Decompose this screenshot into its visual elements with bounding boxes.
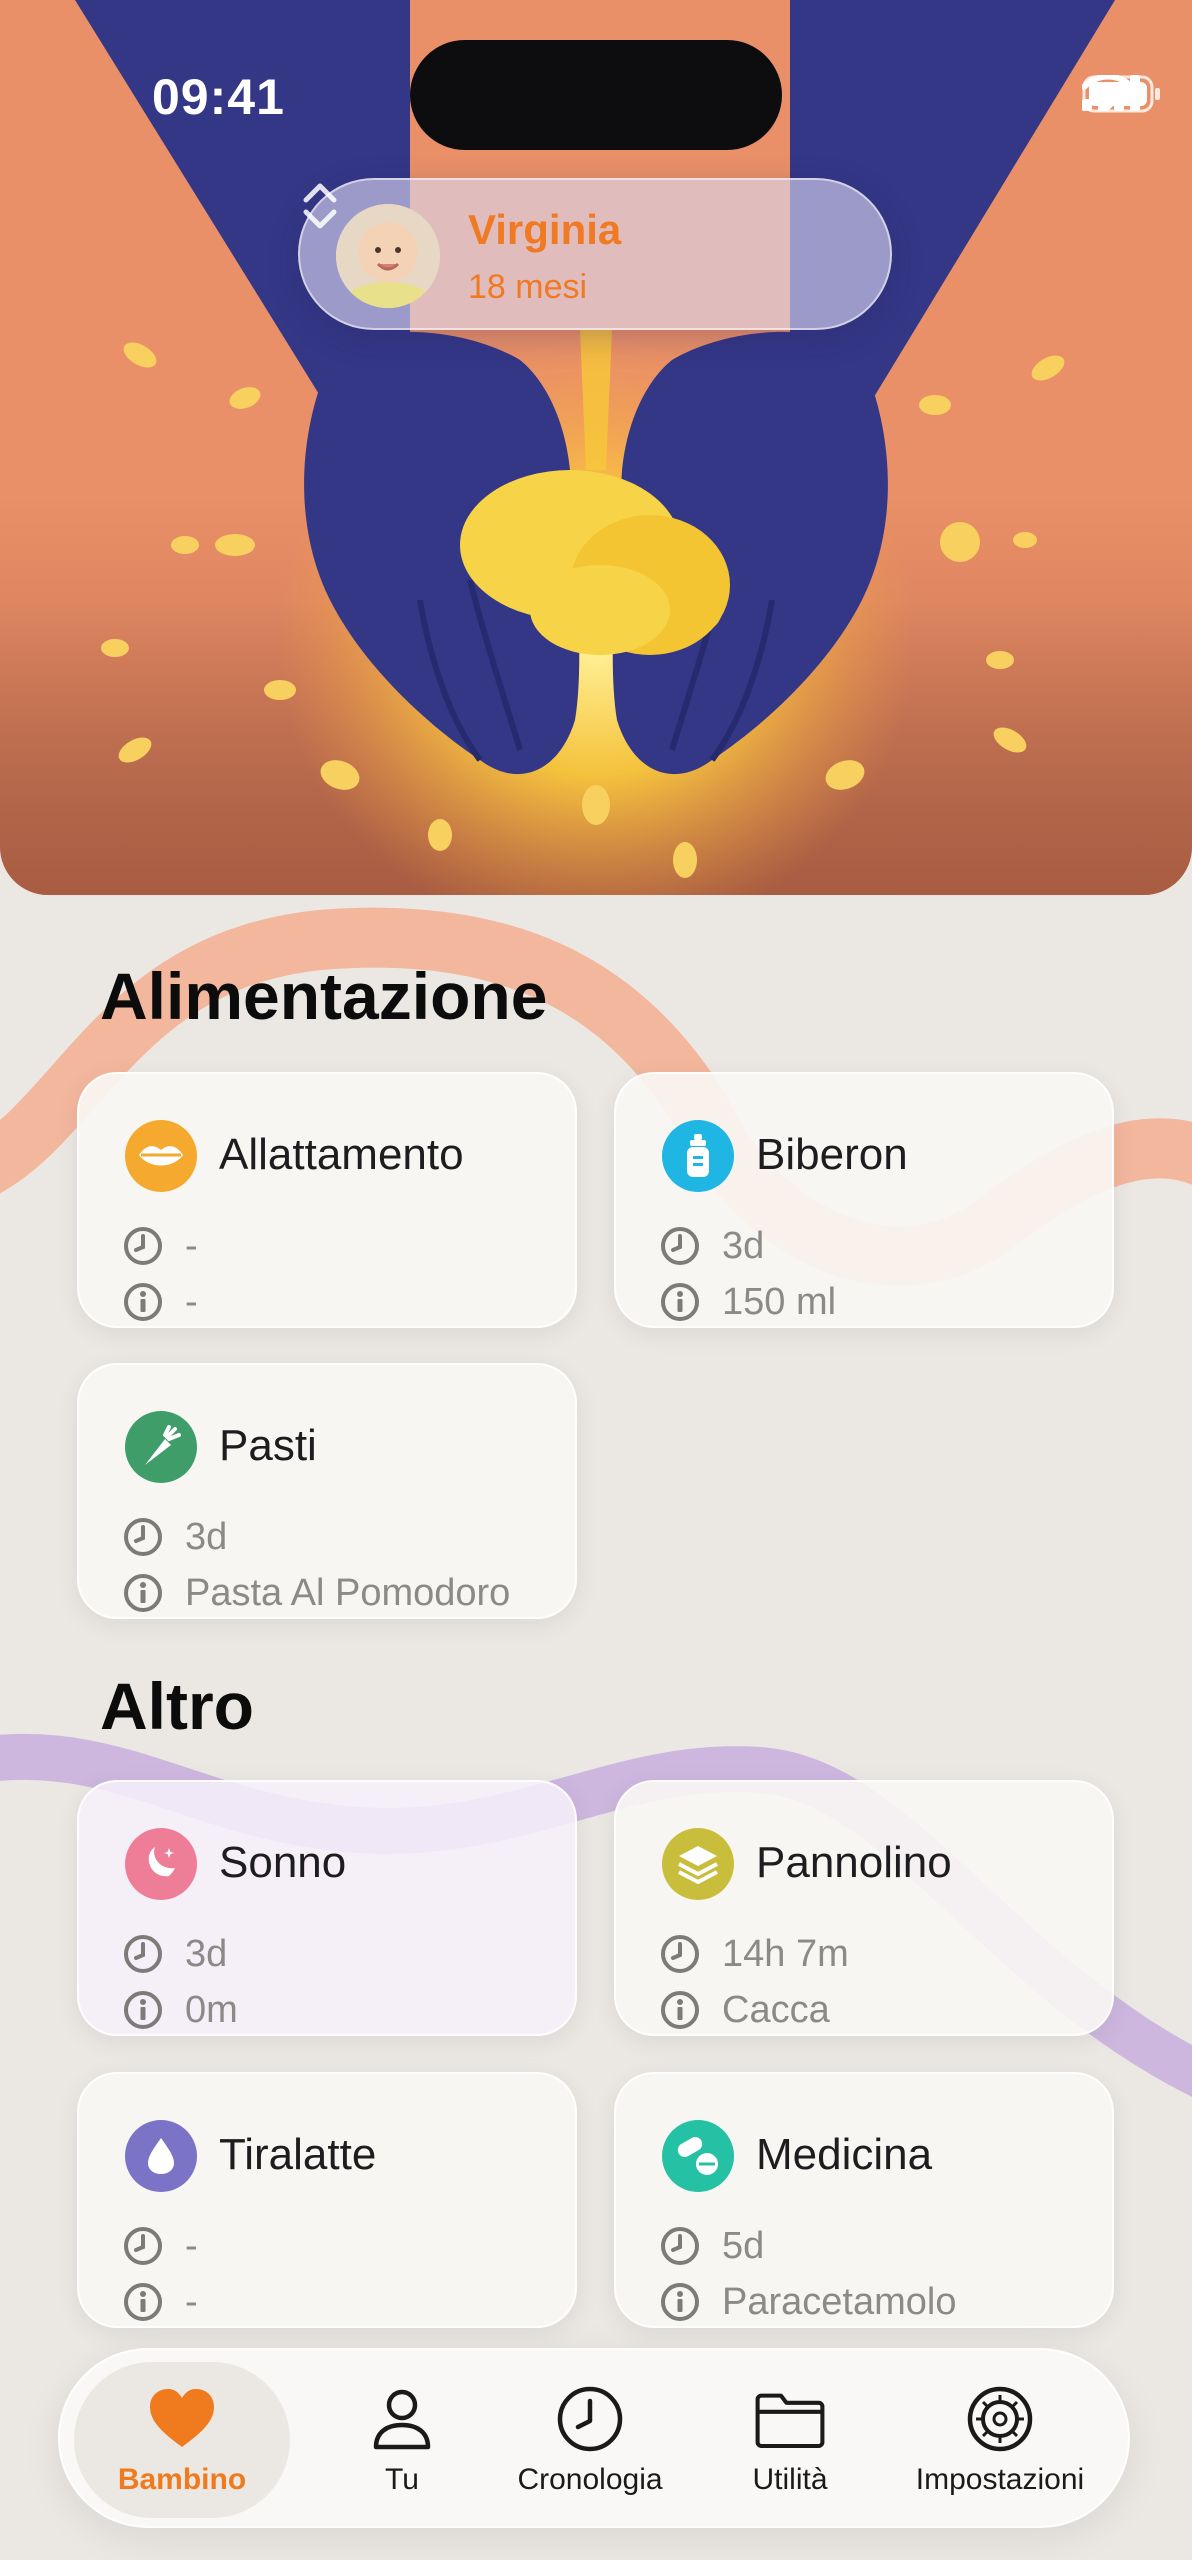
folder-icon — [755, 2393, 825, 2449]
tab-label: Bambino — [117, 2463, 247, 2496]
card-title: Pasti — [219, 1421, 317, 1470]
clock-icon — [124, 1227, 162, 1265]
info-icon — [661, 1283, 699, 1321]
tab-cronologia[interactable]: Cronologia — [480, 2350, 700, 2530]
card-title: Medicina — [756, 2130, 933, 2179]
info-icon — [661, 1991, 699, 2029]
pills-icon — [662, 2120, 734, 2192]
tab-label: Tu — [385, 2463, 419, 2496]
info-value: Paracetamolo — [722, 2280, 957, 2323]
drop-icon — [125, 2120, 197, 2192]
tab-label: Cronologia — [517, 2463, 663, 2496]
card-biberon[interactable]: Biberon 3d 150 ml — [614, 1072, 1114, 1328]
info-icon — [124, 2283, 162, 2321]
card-title: Biberon — [756, 1130, 908, 1179]
clock-icon — [124, 2227, 162, 2265]
clock-icon — [661, 2227, 699, 2265]
clock-icon — [124, 1935, 162, 1973]
tab-label: Impostazioni — [915, 2463, 1085, 2496]
section-title-feeding: Alimentazione — [100, 959, 548, 1033]
moon-icon — [125, 1828, 197, 1900]
diaper-icon — [662, 1828, 734, 1900]
card-title: Pannolino — [756, 1838, 952, 1887]
gear-icon — [967, 2386, 1033, 2452]
card-title: Sonno — [219, 1838, 347, 1887]
tab-bar: Bambino Tu Cronologia Utilità Impostazio… — [58, 2348, 1130, 2528]
section-title-other: Altro — [100, 1669, 254, 1743]
card-pannolino[interactable]: Pannolino 14h 7m Cacca — [614, 1780, 1114, 2036]
heart-icon — [150, 2389, 214, 2447]
info-value: 150 ml — [722, 1280, 837, 1323]
lips-icon — [125, 1120, 197, 1192]
info-value: - — [185, 1280, 198, 1323]
person-icon — [373, 2389, 431, 2450]
last-time-value: 5d — [722, 2224, 765, 2267]
tab-impostazioni[interactable]: Impostazioni — [880, 2350, 1120, 2530]
clock-icon — [661, 1935, 699, 1973]
info-icon — [124, 1283, 162, 1321]
card-medicina[interactable]: Medicina 5d Paracetamolo — [614, 2072, 1114, 2328]
card-tiralatte[interactable]: Tiralatte - - — [77, 2072, 577, 2328]
info-value: Pasta Al Pomodoro — [185, 1571, 511, 1614]
card-allattamento[interactable]: Allattamento - - — [77, 1072, 577, 1328]
info-icon — [661, 2283, 699, 2321]
clock-icon — [557, 2386, 623, 2452]
clock-icon — [124, 1518, 162, 1556]
last-time-value: 3d — [185, 1515, 228, 1558]
clock-icon — [661, 1227, 699, 1265]
last-time-value: 3d — [185, 1932, 228, 1975]
last-time-value: 14h 7m — [722, 1932, 849, 1975]
tab-bambino[interactable]: Bambino — [74, 2362, 290, 2518]
card-title: Allattamento — [219, 1130, 464, 1179]
info-value: Cacca — [722, 1988, 830, 2031]
last-time-value: - — [185, 2224, 198, 2267]
card-sonno[interactable]: Sonno 3d 0m — [77, 1780, 577, 2036]
last-time-value: - — [185, 1224, 198, 1267]
carrot-icon — [125, 1411, 197, 1483]
info-value: - — [185, 2280, 198, 2323]
baby-tracker-screen: 09:41 Virginia 18 mesi Alimentazione All… — [0, 0, 1192, 2560]
card-title: Tiralatte — [219, 2130, 377, 2179]
card-pasti[interactable]: Pasti 3d Pasta Al Pomodoro — [77, 1363, 577, 1619]
info-value: 0m — [185, 1988, 238, 2031]
info-icon — [124, 1991, 162, 2029]
tab-label: Utilità — [752, 2463, 828, 2496]
tab-utilita[interactable]: Utilità — [700, 2350, 880, 2530]
info-icon — [124, 1574, 162, 1612]
last-time-value: 3d — [722, 1224, 765, 1267]
baby-bottle-icon — [662, 1120, 734, 1192]
tab-tu[interactable]: Tu — [322, 2350, 482, 2530]
